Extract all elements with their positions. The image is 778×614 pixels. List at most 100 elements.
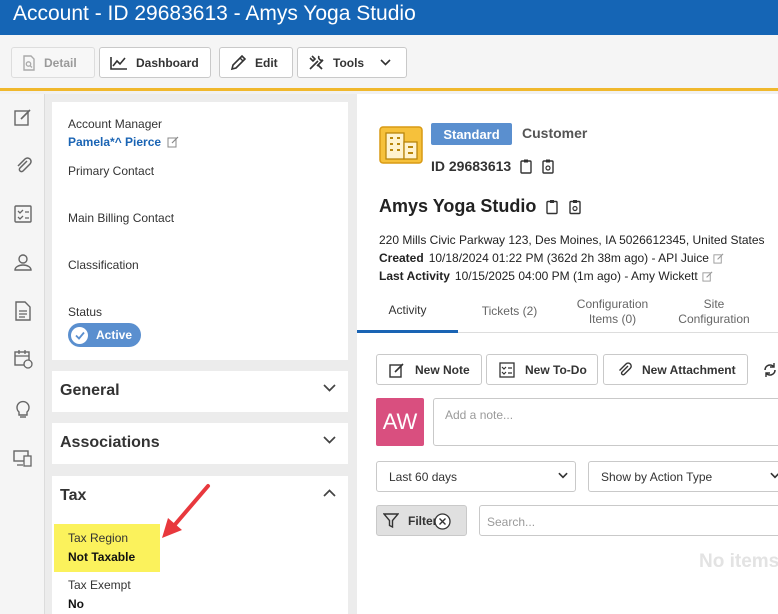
toolbar: Detail Dashboard Edit Tools (0, 35, 778, 91)
detail-label: Detail (44, 55, 77, 70)
nav-calendar-icon[interactable] (12, 348, 34, 370)
tab-config-items-line1: Configuration (576, 296, 649, 311)
new-todo-button[interactable]: New To-Do (486, 354, 598, 385)
chart-line-icon (110, 56, 127, 70)
add-note-input[interactable]: Add a note... (433, 398, 778, 446)
tab-site-config-line1: Site (703, 296, 725, 311)
created-line: Created 10/18/2024 01:22 PM (362d 2h 38m… (379, 251, 724, 265)
edit-button[interactable]: Edit (219, 47, 293, 78)
tab-site-configuration[interactable]: Site Configuration (664, 290, 764, 333)
edit-icon[interactable] (167, 136, 179, 148)
account-address: 220 Mills Civic Parkway 123, Des Moines,… (379, 233, 765, 247)
account-name-line: Amys Yoga Studio (379, 196, 582, 217)
copy-icon[interactable] (520, 159, 532, 174)
action-type-select[interactable]: Show by Action Type (588, 461, 778, 492)
last-activity-line: Last Activity 10/15/2025 04:00 PM (1m ag… (379, 269, 713, 283)
filter-button[interactable]: Filter (376, 505, 467, 536)
date-range-value: Last 60 days (389, 469, 458, 484)
nav-lightbulb-icon[interactable] (12, 398, 34, 420)
new-attachment-button[interactable]: New Attachment (603, 354, 748, 385)
chevron-down-icon (323, 384, 336, 392)
new-note-button[interactable]: New Note (376, 354, 482, 385)
account-type-label: Customer (522, 125, 588, 141)
account-type-badge: Standard (431, 123, 512, 145)
status-value: Active (96, 328, 133, 342)
search-placeholder: Search... (487, 515, 536, 529)
tax-exempt-label: Tax Exempt (68, 578, 131, 592)
chevron-down-icon (380, 59, 391, 66)
last-activity-value: 10/15/2025 04:00 PM (1m ago) - Amy Wicke… (454, 269, 698, 283)
detail-button[interactable]: Detail (11, 47, 95, 78)
account-details-panel: Account Manager Pamela*^ Pierce Primary … (45, 94, 357, 614)
todo-list-icon (499, 361, 515, 378)
check-icon (71, 326, 88, 344)
left-nav (0, 94, 45, 614)
nav-document-icon[interactable] (12, 300, 34, 322)
red-arrow-annotation (162, 484, 210, 538)
tools-icon (309, 55, 324, 70)
tab-tickets[interactable]: Tickets (2) (458, 290, 561, 333)
new-note-label: New Note (415, 362, 470, 377)
edit-icon[interactable] (713, 253, 724, 264)
nav-attachment-icon[interactable] (12, 154, 34, 176)
pencil-icon (230, 54, 247, 71)
account-id-line: ID 29683613 (431, 158, 554, 174)
copy-link-icon[interactable] (569, 199, 582, 215)
tab-tickets-label: Tickets (2) (481, 304, 538, 318)
dashboard-button[interactable]: Dashboard (99, 47, 211, 78)
copy-link-icon[interactable] (542, 159, 554, 174)
dashboard-label: Dashboard (136, 55, 199, 70)
action-type-value: Show by Action Type (601, 469, 713, 484)
note-edit-icon (389, 362, 404, 378)
clear-filter-icon[interactable] (434, 513, 451, 530)
document-search-icon (23, 54, 35, 71)
building-icon (379, 126, 423, 164)
nav-devices-icon[interactable] (12, 447, 34, 469)
date-range-select[interactable]: Last 60 days (376, 461, 576, 492)
nav-edit-icon[interactable] (12, 106, 34, 128)
primary-contact-label: Primary Contact (68, 164, 155, 178)
last-activity-label: Last Activity (379, 269, 450, 283)
status-badge: Active (68, 323, 141, 347)
tax-exempt-value: No (68, 597, 84, 611)
chevron-down-icon (558, 472, 568, 479)
tax-region-value: Not Taxable (68, 550, 136, 564)
tab-activity[interactable]: Activity (357, 290, 458, 333)
nav-contact-icon[interactable] (12, 251, 34, 273)
activity-tabs: Activity Tickets (2) Configuration Items… (357, 290, 778, 333)
account-manager-value: Pamela*^ Pierce (68, 135, 162, 149)
account-manager-link[interactable]: Pamela*^ Pierce (68, 135, 179, 149)
avatar: AW (376, 398, 424, 446)
chevron-up-icon (323, 489, 336, 497)
funnel-icon (383, 513, 399, 528)
chevron-down-icon (770, 472, 778, 479)
edit-label: Edit (255, 55, 278, 70)
copy-icon[interactable] (546, 199, 559, 215)
status-label: Status (68, 305, 103, 319)
filter-label: Filter (408, 513, 438, 528)
account-summary-card: Account Manager Pamela*^ Pierce Primary … (52, 102, 348, 360)
edit-icon[interactable] (702, 271, 713, 282)
search-input[interactable]: Search... (479, 505, 778, 536)
empty-state-message: No items (699, 551, 778, 572)
classification-label: Classification (68, 258, 139, 272)
associations-section-title: Associations (60, 434, 160, 451)
account-manager-label: Account Manager (68, 117, 163, 131)
chevron-down-icon (323, 436, 336, 444)
tax-region-label: Tax Region (68, 531, 129, 545)
main-panel: Standard Customer ID 29683613 Amys Yoga … (357, 94, 778, 614)
general-section-title: General (60, 382, 120, 399)
add-note-placeholder: Add a note... (445, 408, 514, 422)
general-section-header[interactable]: General (52, 371, 348, 412)
tools-button[interactable]: Tools (297, 47, 407, 78)
new-todo-label: New To-Do (525, 362, 587, 377)
tab-site-config-line2: Configuration (678, 311, 750, 326)
nav-checklist-icon[interactable] (12, 203, 34, 225)
account-id: ID 29683613 (431, 158, 512, 174)
tab-configuration-items[interactable]: Configuration Items (0) (561, 290, 664, 333)
created-label: Created (379, 251, 424, 265)
associations-section-header[interactable]: Associations (52, 423, 348, 464)
main-billing-contact-label: Main Billing Contact (68, 211, 175, 225)
refresh-icon[interactable] (762, 362, 778, 378)
tab-config-items-line2: Items (0) (588, 311, 637, 326)
